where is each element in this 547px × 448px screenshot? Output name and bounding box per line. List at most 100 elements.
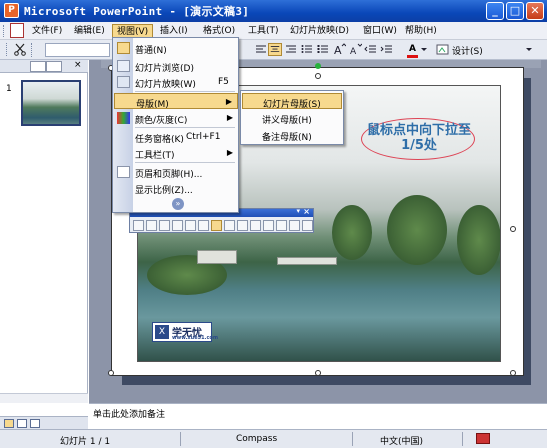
close-button[interactable]: ✕ [526,2,544,20]
resize-handle[interactable] [315,370,321,376]
align-center-icon[interactable] [268,43,282,56]
resize-handle[interactable] [510,226,516,232]
pane-scrollbar[interactable] [0,393,88,403]
menu-item-label: 页眉和页脚(H)... [135,170,203,180]
menu-edit[interactable]: 编辑(E) [70,24,109,39]
insert-picture-icon[interactable] [133,220,144,231]
menu-item-label: 幻灯片放映(W) [135,80,196,90]
status-separator [352,432,353,446]
increase-indent-icon[interactable] [380,43,394,56]
align-right-icon[interactable] [284,43,298,56]
resize-handle[interactable] [315,73,321,79]
toolbar-grip-2[interactable] [31,43,43,57]
slide-sorter-icon [117,60,130,72]
compress-pictures-icon[interactable] [250,220,261,231]
menu-window[interactable]: 窗口(W) [359,24,401,39]
line-style-icon[interactable] [237,220,248,231]
format-picture-icon[interactable] [276,220,287,231]
submenu-item-handout-master[interactable]: 讲义母版(H) [242,110,342,126]
color-grayscale-icon [117,112,130,124]
status-bar: 幻灯片 1 / 1 Compass 中文(中国) [0,429,547,448]
document-icon[interactable] [10,23,24,38]
submenu-item-label: 幻灯片母版(S) [263,100,321,110]
minimize-button[interactable]: _ [486,2,504,20]
notes-pane[interactable]: 单击此处添加备注 [89,403,547,429]
numbering-icon[interactable] [300,43,314,56]
slideshow-icon [117,76,130,88]
menu-item-shortcut: F5 [218,77,229,87]
more-brightness-icon[interactable] [185,220,196,231]
menu-item-zoom[interactable]: 显示比例(Z)... [114,180,238,196]
align-left-icon[interactable] [254,43,268,56]
menu-item-master[interactable]: 母版(M) ▶ [114,93,238,110]
picture-toolbar-close-icon[interactable]: × [303,207,310,216]
submenu-item-notes-master[interactable]: 备注母版(N) [242,127,342,143]
more-contrast-icon[interactable] [159,220,170,231]
tab-outline[interactable] [30,61,46,72]
font-color-dropdown-icon[interactable] [420,43,428,56]
slide-sorter-button[interactable] [17,419,27,428]
less-contrast-icon[interactable] [172,220,183,231]
status-slide-info: 幻灯片 1 / 1 [60,437,111,447]
rotation-handle[interactable] [315,63,321,69]
design-button[interactable]: 设计(S) [452,44,483,57]
tab-slides[interactable] [46,61,62,72]
design-icon[interactable] [436,43,450,56]
color-icon[interactable] [146,220,157,231]
menu-item-task-pane[interactable]: 任务窗格(K) Ctrl+F1 [114,129,238,145]
menu-slideshow[interactable]: 幻灯片放映(D) [286,24,353,39]
resize-handle[interactable] [108,370,114,376]
menu-file[interactable]: 文件(F) [28,24,66,39]
title-bar: P Microsoft PowerPoint - [演示文稿3] _ □ ✕ [0,0,547,22]
decrease-indent-icon[interactable] [364,43,378,56]
menu-item-label: 工具栏(T) [135,151,175,161]
logo-mark-icon: X [155,325,169,339]
recolor-picture-icon[interactable] [263,220,274,231]
font-name-box[interactable] [45,43,110,57]
callout-text[interactable]: 鼠标点中向下拉至1/5处 [364,123,474,153]
menu-item-slide-sorter[interactable]: 幻灯片浏览(D) [114,58,238,74]
menu-separator [135,162,235,163]
toolbar-options-icon[interactable]: ▾ [296,207,300,215]
slide-thumbnail[interactable] [21,80,81,126]
font-color-swatch [407,55,418,58]
menu-item-color-grayscale[interactable]: 颜色/灰度(C) ▶ [114,110,238,126]
submenu-item-slide-master[interactable]: 幻灯片母版(S) [242,93,342,110]
master-submenu: 幻灯片母版(S) 讲义母版(H) 备注母版(N) [240,90,344,145]
svg-text:A: A [334,44,342,56]
font-color-letter[interactable]: A [409,44,416,54]
slideshow-button[interactable] [30,419,40,428]
rotate-left-icon[interactable] [224,220,235,231]
status-language: 中文(中国) [380,437,424,447]
increase-font-icon[interactable]: A [332,43,346,56]
crop-icon[interactable] [211,220,222,231]
menubar-grip[interactable] [3,25,6,37]
slides-pane: × 1 [0,60,88,403]
menu-separator [135,127,235,128]
resize-handle[interactable] [510,370,516,376]
status-design: Compass [236,434,278,444]
spelling-icon[interactable] [476,433,490,444]
toolbar-options-icon[interactable] [525,43,533,56]
less-brightness-icon[interactable] [198,220,209,231]
menu-help[interactable]: 帮助(H) [401,24,441,39]
menu-item-slideshow[interactable]: 幻灯片放映(W) F5 [114,74,238,90]
menu-item-toolbars[interactable]: 工具栏(T) ▶ [114,145,238,161]
reset-picture-icon[interactable] [302,220,313,231]
menu-item-label: 母版(M) [136,100,169,110]
bullets-icon[interactable] [316,43,330,56]
pane-close-icon[interactable]: × [74,60,82,70]
window-title: Microsoft PowerPoint - [演示文稿3] [24,5,250,18]
logo-url: www.xue51.com [172,335,219,341]
set-transparent-color-icon[interactable] [289,220,300,231]
maximize-button[interactable]: □ [506,2,524,20]
expand-menu-icon[interactable]: » [172,198,184,210]
decrease-font-icon[interactable]: A [348,43,362,56]
powerpoint-app-icon[interactable]: P [4,3,19,18]
cut-icon[interactable] [13,43,27,56]
toolbar-grip[interactable] [6,43,10,56]
menu-tools[interactable]: 工具(T) [244,24,283,39]
menu-item-header-footer[interactable]: 页眉和页脚(H)... [114,164,238,180]
menu-item-normal[interactable]: 普通(N) [114,40,238,56]
normal-view-button[interactable] [4,419,14,428]
